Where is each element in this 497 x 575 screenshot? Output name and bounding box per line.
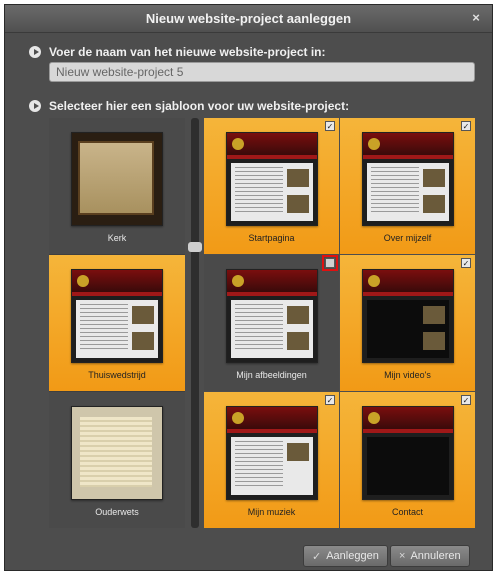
page-thumbnail [225, 132, 318, 226]
page-checkbox[interactable]: ✓ [461, 395, 471, 405]
template-label: Thuiswedstrijd [88, 370, 146, 380]
page-checkbox[interactable]: ✓ [461, 121, 471, 131]
page-label: Mijn afbeeldingen [236, 370, 307, 380]
cross-icon: × [399, 550, 406, 562]
template-scrollbar[interactable] [188, 118, 202, 528]
page-checkbox[interactable] [322, 255, 338, 271]
page-thumbnail [225, 406, 318, 500]
template-tile-thuiswedstrijd[interactable]: Thuiswedstrijd [49, 255, 185, 391]
page-tile-mijn-afbeeldingen[interactable]: Mijn afbeeldingen [204, 255, 339, 391]
template-label: Ouderwets [95, 507, 139, 517]
template-thumbnail [71, 269, 163, 363]
bullet-arrow-icon [29, 46, 41, 58]
dialog-title: Nieuw website-project aanleggen [145, 11, 352, 26]
bullet-arrow-icon [29, 100, 41, 112]
close-icon[interactable]: × [468, 10, 484, 26]
cancel-button[interactable]: × Annuleren [390, 545, 470, 567]
dialog-titlebar: Nieuw website-project aanleggen × [5, 5, 492, 33]
page-checkbox[interactable]: ✓ [461, 258, 471, 268]
page-tile-startpagina[interactable]: ✓ Startpagina [204, 118, 339, 254]
page-tile-contact[interactable]: ✓ Contact [340, 392, 475, 528]
template-section-text: Selecteer hier een sjabloon voor uw webs… [49, 99, 350, 113]
page-tile-mijn-videos[interactable]: ✓ Mijn video's [340, 255, 475, 391]
cancel-button-label: Annuleren [410, 550, 461, 562]
page-thumbnail [361, 132, 454, 226]
page-tile-over-mijzelf[interactable]: ✓ Over mijzelf [340, 118, 475, 254]
template-tile-ouderwets[interactable]: Ouderwets [49, 392, 185, 528]
template-section-label: Selecteer hier een sjabloon voor uw webs… [29, 99, 349, 113]
page-thumbnail [361, 269, 454, 363]
project-name-input[interactable] [49, 62, 475, 82]
page-thumbnail [225, 269, 318, 363]
page-thumbnail [361, 406, 454, 500]
new-project-dialog: Nieuw website-project aanleggen × Voer d… [4, 4, 493, 571]
name-section-label: Voer de naam van het nieuwe website-proj… [29, 45, 326, 59]
template-tile-kerk[interactable]: Kerk [49, 118, 185, 254]
page-checkbox[interactable]: ✓ [325, 395, 335, 405]
page-label: Mijn muziek [247, 507, 296, 517]
name-section-text: Voer de naam van het nieuwe website-proj… [49, 45, 326, 59]
scrollbar-thumb[interactable] [188, 242, 202, 252]
page-tile-mijn-muziek[interactable]: ✓ Mijn muziek [204, 392, 339, 528]
create-button[interactable]: ✓ Aanleggen [303, 545, 388, 567]
create-button-label: Aanleggen [326, 550, 379, 562]
page-label: Contact [391, 507, 424, 517]
page-label: Startpagina [248, 233, 295, 243]
checkmark-icon: ✓ [312, 550, 322, 563]
page-label: Mijn video's [384, 370, 431, 380]
template-label: Kerk [107, 233, 127, 243]
page-checkbox[interactable]: ✓ [325, 121, 335, 131]
template-thumbnail [71, 406, 163, 500]
page-label: Over mijzelf [383, 233, 432, 243]
template-thumbnail [71, 132, 163, 226]
